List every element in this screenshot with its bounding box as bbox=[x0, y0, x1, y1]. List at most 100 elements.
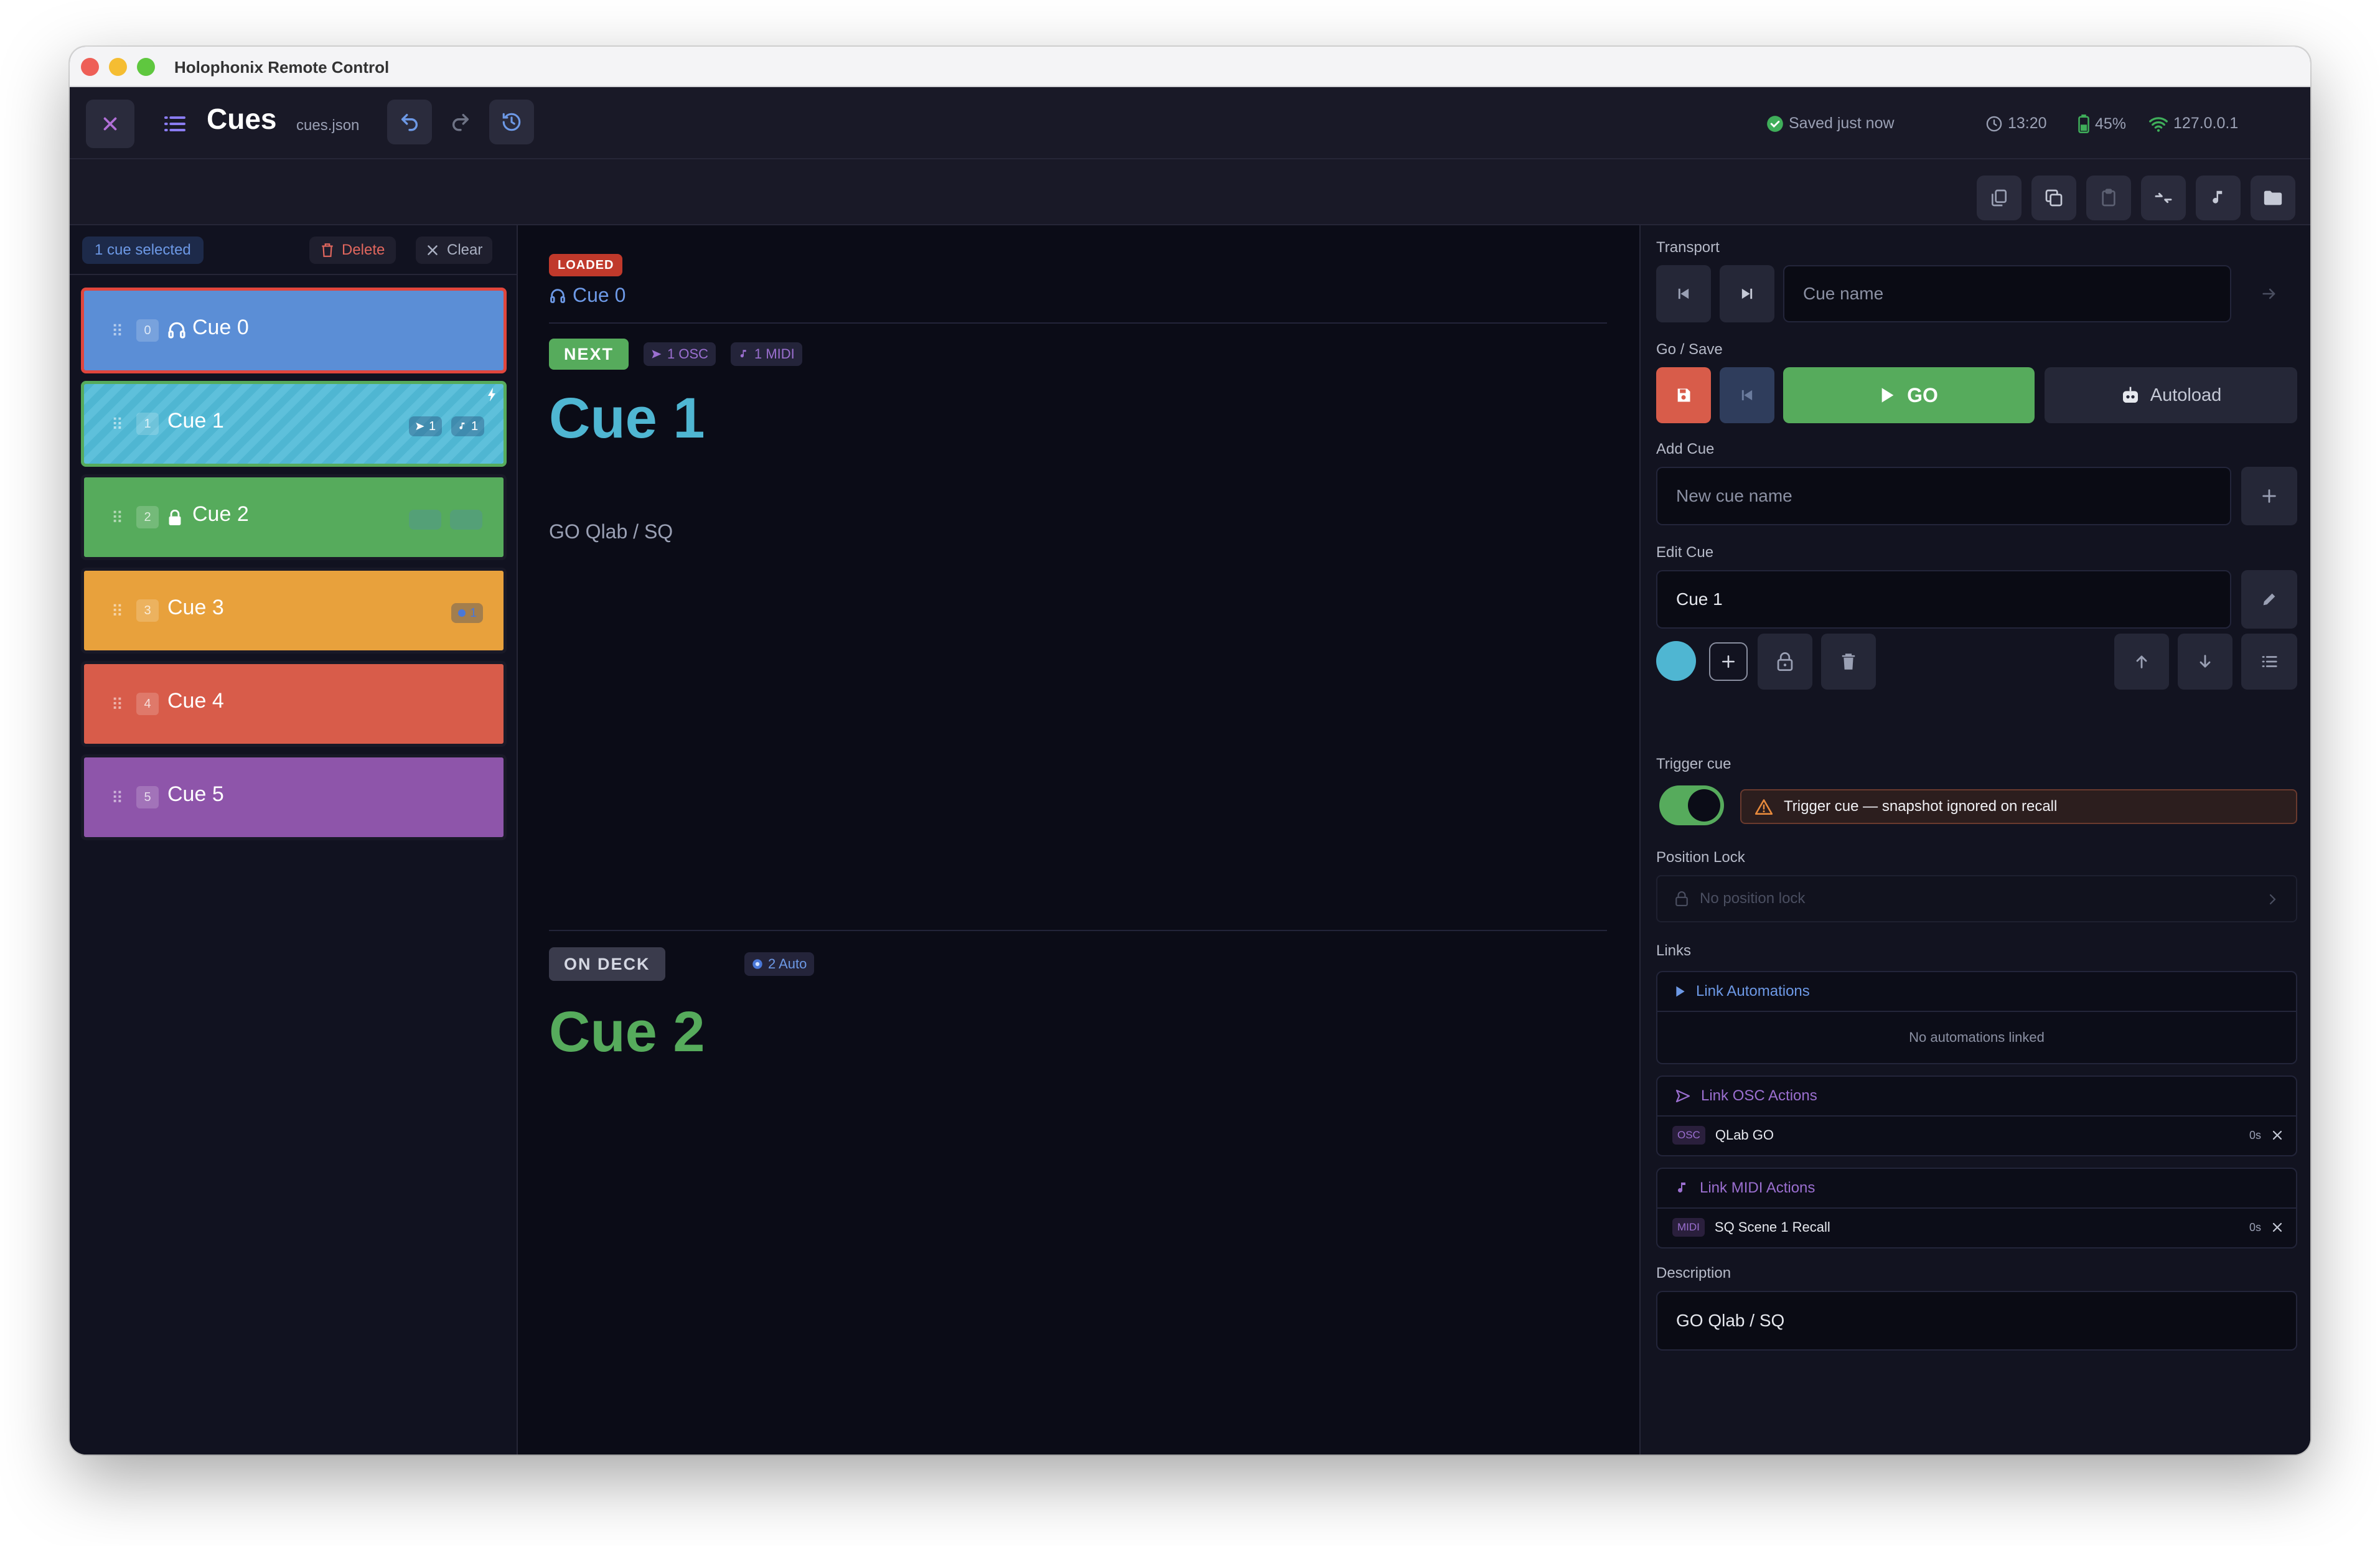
close-icon bbox=[103, 117, 117, 131]
automation-dot-icon bbox=[752, 959, 762, 969]
link-midi-toggle[interactable]: Link MIDI Actions bbox=[1657, 1169, 2296, 1209]
remove-midi-action-icon[interactable] bbox=[2271, 1221, 2284, 1234]
drag-handle-icon[interactable]: ⠿ bbox=[111, 322, 123, 341]
drag-handle-icon[interactable]: ⠿ bbox=[111, 508, 123, 528]
cue-item-2[interactable]: ⠿ 2 Cue 2 bbox=[81, 474, 507, 560]
clear-selection-button[interactable]: Clear bbox=[416, 237, 493, 264]
minimize-window-button[interactable] bbox=[109, 58, 127, 76]
toggle-knob bbox=[1688, 789, 1720, 822]
save-status-text: Saved just now bbox=[1789, 115, 1895, 132]
list-icon bbox=[164, 116, 185, 131]
cue-color-swatch[interactable] bbox=[1656, 641, 1696, 681]
midi-action-row: MIDI SQ Scene 1 Recall 0s bbox=[1657, 1209, 2296, 1246]
battery-text: 45% bbox=[2095, 115, 2127, 133]
drag-handle-icon[interactable]: ⠿ bbox=[111, 415, 123, 434]
add-color-button[interactable] bbox=[1709, 642, 1748, 681]
skip-back-icon bbox=[1741, 390, 1753, 401]
previous-cue-button[interactable] bbox=[1656, 265, 1711, 322]
warning-icon bbox=[1755, 799, 1773, 815]
midi-tag: MIDI bbox=[1672, 1218, 1705, 1237]
cue-item-3[interactable]: ⠿ 3 Cue 3 1 bbox=[81, 568, 507, 654]
duplicate-button[interactable] bbox=[2031, 176, 2076, 220]
copy-icon bbox=[1992, 189, 2007, 207]
duplicate-icon bbox=[2045, 189, 2063, 207]
list-icon bbox=[2262, 656, 2277, 667]
rename-cue-button[interactable] bbox=[2241, 570, 2297, 629]
reorder-list-button[interactable] bbox=[2241, 634, 2297, 690]
delete-cue-button[interactable] bbox=[1821, 634, 1876, 690]
cue-editor-panel: Transport Cue name Go / Save GO Autoload… bbox=[1639, 225, 2310, 1455]
link-automations-toggle[interactable]: Link Automations bbox=[1657, 972, 2296, 1012]
cue-item-5[interactable]: ⠿ 5 Cue 5 bbox=[81, 754, 507, 840]
close-panel-button[interactable] bbox=[86, 100, 134, 148]
trigger-bolt-icon bbox=[488, 388, 495, 401]
title-bar: Holophonix Remote Control bbox=[70, 47, 2310, 87]
new-cue-name-input[interactable]: New cue name bbox=[1656, 467, 2231, 525]
history-button[interactable] bbox=[489, 100, 534, 144]
trigger-cue-label: Trigger cue bbox=[1656, 756, 1731, 772]
description-input[interactable]: GO Qlab / SQ bbox=[1656, 1291, 2297, 1351]
zoom-window-button[interactable] bbox=[137, 58, 155, 76]
cue-name: Cue 3 bbox=[167, 596, 224, 619]
next-cue-description: GO Qlab / SQ bbox=[549, 520, 673, 543]
play-icon bbox=[1676, 986, 1685, 997]
cue-name: Cue 5 bbox=[167, 782, 224, 806]
list-view-button[interactable] bbox=[157, 106, 193, 142]
delete-button[interactable]: Delete bbox=[309, 237, 396, 264]
cue-index: 3 bbox=[136, 599, 159, 622]
battery-icon bbox=[2078, 115, 2089, 133]
plus-icon bbox=[2262, 489, 2276, 503]
remove-osc-action-icon[interactable] bbox=[2271, 1129, 2284, 1141]
copy-button[interactable] bbox=[1977, 176, 2022, 220]
folder-button[interactable] bbox=[2251, 176, 2295, 220]
save-icon bbox=[1677, 388, 1690, 402]
redo-button[interactable] bbox=[438, 100, 483, 144]
cue-name: Cue 0 bbox=[192, 316, 249, 339]
clock: 13:20 bbox=[1985, 115, 2047, 133]
merge-button[interactable] bbox=[2141, 176, 2186, 220]
lock-icon bbox=[1777, 652, 1793, 671]
move-up-button[interactable] bbox=[2114, 634, 2169, 690]
paste-button[interactable] bbox=[2086, 176, 2131, 220]
play-icon bbox=[1881, 388, 1894, 403]
save-button[interactable] bbox=[1656, 367, 1711, 423]
loaded-cue-name: Cue 0 bbox=[573, 284, 626, 306]
drag-handle-icon[interactable]: ⠿ bbox=[111, 789, 123, 808]
skip-forward-icon bbox=[1741, 288, 1753, 299]
next-midi-tag: 1 MIDI bbox=[731, 342, 802, 366]
link-osc-toggle[interactable]: Link OSC Actions bbox=[1657, 1077, 2296, 1117]
close-window-button[interactable] bbox=[81, 58, 99, 76]
trash-icon bbox=[1842, 654, 1855, 670]
transport-cue-name-input[interactable]: Cue name bbox=[1783, 265, 2231, 322]
next-cue-button[interactable] bbox=[1720, 265, 1774, 322]
lock-icon bbox=[169, 510, 181, 525]
pencil-icon bbox=[2263, 593, 2275, 606]
loaded-badge: LOADED bbox=[549, 254, 623, 276]
undo-button[interactable] bbox=[387, 100, 432, 144]
add-cue-button[interactable] bbox=[2241, 467, 2297, 525]
go-button[interactable]: GO bbox=[1783, 367, 2035, 423]
osc-action-row: OSC QLab GO 0s bbox=[1657, 1117, 2296, 1154]
clock-text: 13:20 bbox=[2008, 115, 2047, 132]
move-down-button[interactable] bbox=[2178, 634, 2232, 690]
edit-cue-name-input[interactable]: Cue 1 bbox=[1656, 570, 2231, 629]
position-lock-value: No position lock bbox=[1700, 890, 1806, 907]
trigger-warning-text: Trigger cue — snapshot ignored on recall bbox=[1784, 798, 2058, 815]
drag-handle-icon[interactable]: ⠿ bbox=[111, 602, 123, 621]
transport-go-to-button[interactable] bbox=[2241, 265, 2297, 322]
trigger-cue-toggle[interactable] bbox=[1659, 785, 1724, 825]
autoload-button[interactable]: Autoload bbox=[2045, 367, 2297, 423]
link-automations-label: Link Automations bbox=[1696, 983, 1810, 1000]
music-button[interactable] bbox=[2196, 176, 2241, 220]
lock-icon bbox=[1675, 891, 1688, 906]
cue-item-4[interactable]: ⠿ 4 Cue 4 bbox=[81, 661, 507, 747]
drag-handle-icon[interactable]: ⠿ bbox=[111, 695, 123, 714]
lock-cue-button[interactable] bbox=[1758, 634, 1812, 690]
loaded-cue: Cue 0 bbox=[549, 284, 625, 307]
link-automations-section: Link Automations No automations linked bbox=[1656, 971, 2297, 1064]
position-lock-select[interactable]: No position lock bbox=[1656, 875, 2297, 922]
rewind-button[interactable] bbox=[1720, 367, 1774, 423]
cue-item-1[interactable]: ⠿ 1 Cue 1 1 1 bbox=[81, 381, 507, 467]
arrow-up-icon bbox=[2136, 655, 2147, 668]
cue-item-0[interactable]: ⠿ 0 Cue 0 bbox=[81, 288, 507, 373]
